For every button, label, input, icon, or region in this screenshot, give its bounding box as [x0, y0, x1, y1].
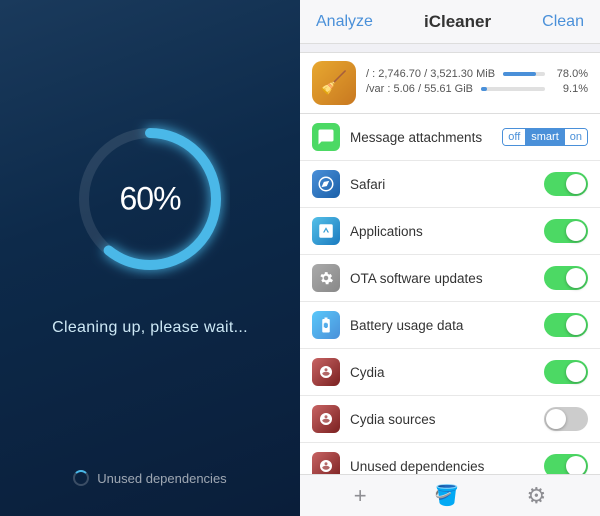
- storage-bar-fill-2: [481, 87, 487, 91]
- item-label: Battery usage data: [350, 318, 534, 333]
- item-label: Unused dependencies: [350, 459, 534, 474]
- right-panel: Analyze iCleaner Clean 🧹 / : 2,746.70 / …: [300, 0, 600, 516]
- toggle-switch[interactable]: [544, 266, 588, 290]
- storage-pct-1: 78.0%: [553, 68, 588, 80]
- item-icon: [312, 123, 340, 151]
- brush-icon[interactable]: 🪣: [434, 483, 459, 508]
- toggle-switch[interactable]: [544, 454, 588, 474]
- item-label: Safari: [350, 177, 534, 192]
- item-icon: [312, 452, 340, 474]
- item-label: OTA software updates: [350, 271, 534, 286]
- item-icon: [312, 217, 340, 245]
- storage-row-1: / : 2,746.70 / 3,521.30 MiB 78.0%: [366, 68, 588, 80]
- item-label: Message attachments: [350, 130, 492, 145]
- seg-off[interactable]: off: [503, 129, 526, 145]
- toggle-switch[interactable]: [544, 172, 588, 196]
- bottom-tab-bar: + 🪣 ⚙: [300, 474, 600, 516]
- storage-bar-2: [481, 87, 545, 91]
- storage-pct-2: 9.1%: [553, 83, 588, 95]
- seg-control[interactable]: offsmarton: [502, 128, 588, 146]
- add-button[interactable]: +: [354, 483, 367, 509]
- storage-label-1: / : 2,746.70 / 3,521.30 MiB: [366, 68, 495, 80]
- storage-card: 🧹 / : 2,746.70 / 3,521.30 MiB 78.0% /var…: [300, 52, 600, 114]
- item-icon: [312, 405, 340, 433]
- item-icon: [312, 170, 340, 198]
- item-icon: [312, 311, 340, 339]
- cleaning-status: Cleaning up, please wait...: [52, 319, 248, 337]
- storage-info: / : 2,746.70 / 3,521.30 MiB 78.0% /var :…: [366, 68, 588, 98]
- item-label: Cydia sources: [350, 412, 534, 427]
- storage-label-2: /var : 5.06 / 55.61 GiB: [366, 83, 473, 95]
- list-item: Cydia: [300, 349, 600, 396]
- item-icon: [312, 264, 340, 292]
- item-label: Cydia: [350, 365, 534, 380]
- toggle-switch[interactable]: [544, 360, 588, 384]
- list-item: Safari: [300, 161, 600, 208]
- toggle-switch[interactable]: [544, 313, 588, 337]
- list-item: Cydia sources: [300, 396, 600, 443]
- storage-bar-fill-1: [503, 72, 536, 76]
- list-item: Unused dependencies: [300, 443, 600, 474]
- item-icon: [312, 358, 340, 386]
- list-item: OTA software updates: [300, 255, 600, 302]
- seg-smart[interactable]: smart: [526, 129, 565, 145]
- list-item: Applications: [300, 208, 600, 255]
- items-list: Message attachments offsmarton Safari Appli…: [300, 114, 600, 474]
- spinner-icon: [73, 470, 89, 486]
- app-title: iCleaner: [424, 12, 491, 32]
- current-task: Unused dependencies: [0, 470, 300, 486]
- seg-on[interactable]: on: [565, 129, 587, 145]
- toggle-switch[interactable]: [544, 407, 588, 431]
- item-label: Applications: [350, 224, 534, 239]
- top-nav: Analyze iCleaner Clean: [300, 0, 600, 44]
- toggle-switch[interactable]: [544, 219, 588, 243]
- clean-button[interactable]: Clean: [542, 13, 584, 31]
- list-item: Battery usage data: [300, 302, 600, 349]
- broom-icon: 🧹: [312, 61, 356, 105]
- progress-percent: 60%: [119, 181, 180, 218]
- analyze-button[interactable]: Analyze: [316, 13, 373, 31]
- list-item: Message attachments offsmarton: [300, 114, 600, 161]
- progress-ring: 60%: [70, 119, 230, 279]
- left-panel: 60% Cleaning up, please wait... Unused d…: [0, 0, 300, 516]
- settings-icon[interactable]: ⚙: [527, 483, 547, 509]
- storage-row-2: /var : 5.06 / 55.61 GiB 9.1%: [366, 83, 588, 95]
- storage-bar-1: [503, 72, 545, 76]
